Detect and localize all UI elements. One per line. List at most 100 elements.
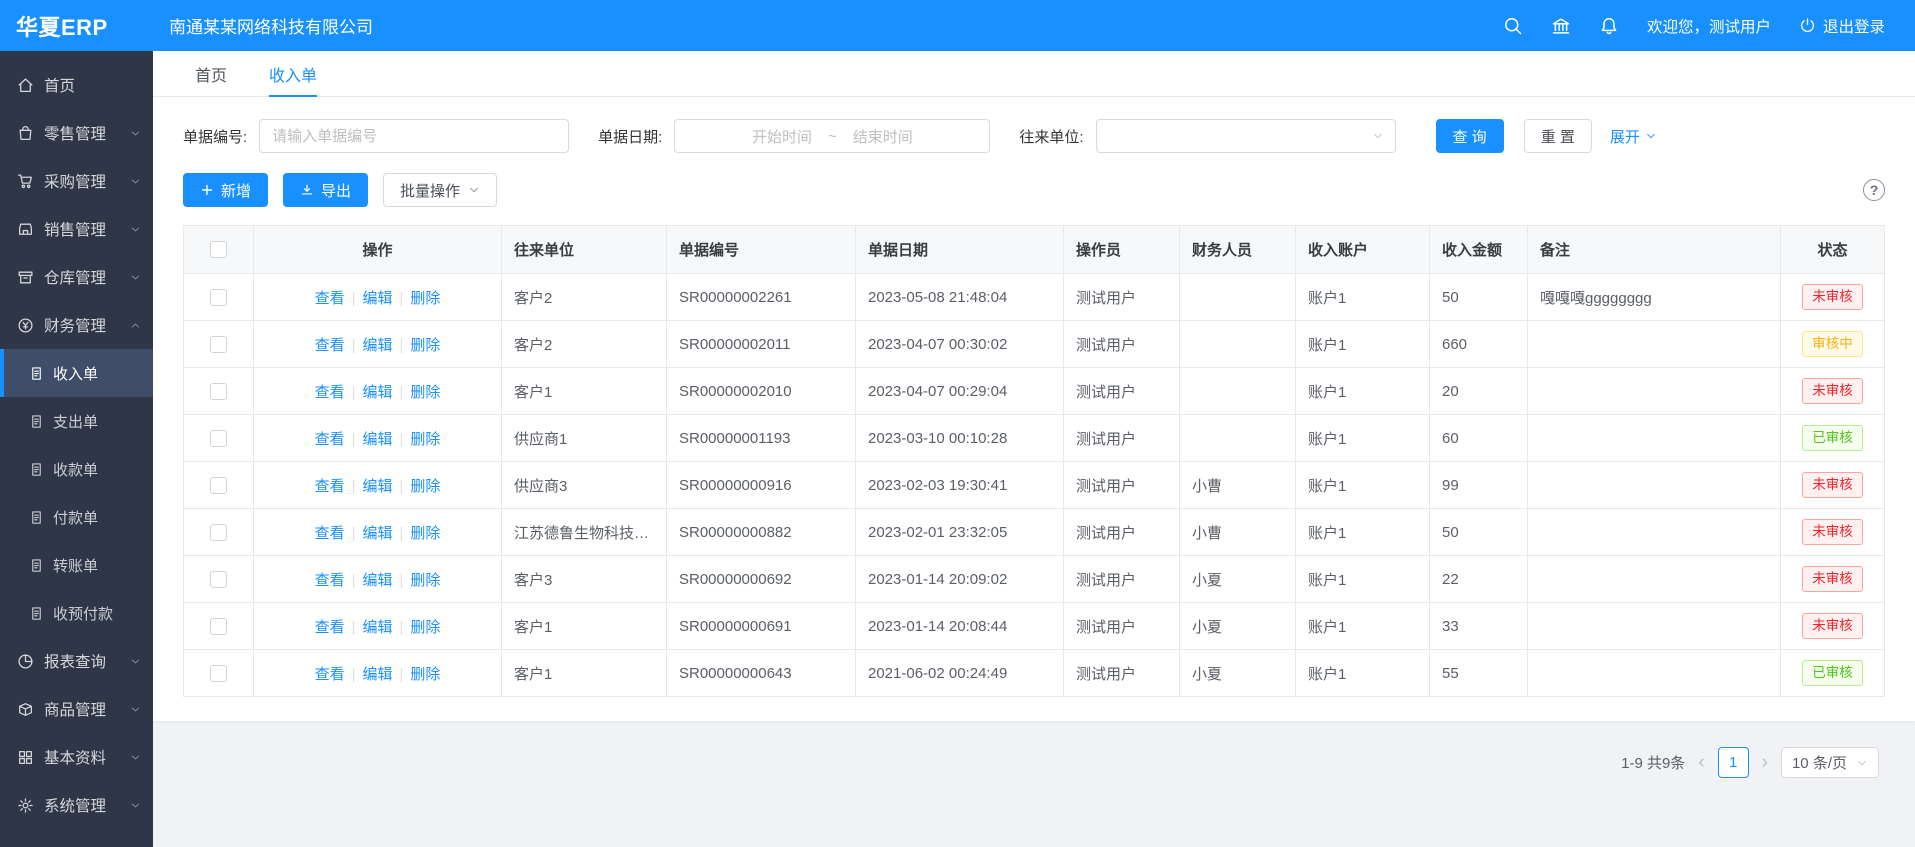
delete-link[interactable]: 删除 xyxy=(410,666,440,683)
sidebar-item-purchase[interactable]: 采购管理 xyxy=(0,157,153,205)
sidebar-subitem-receipt-bill[interactable]: 收款单 xyxy=(0,445,153,493)
row-checkbox[interactable] xyxy=(210,665,227,682)
sidebar-subitem-transfer-bill[interactable]: 转账单 xyxy=(0,541,153,589)
bill-date-cell: 2023-02-01 23:32:05 xyxy=(856,509,1064,556)
reset-button[interactable]: 重 置 xyxy=(1524,119,1592,153)
sidebar-item-report[interactable]: 报表查询 xyxy=(0,637,153,685)
sidebar-subitem-income-bill[interactable]: 收入单 xyxy=(0,349,153,397)
row-checkbox[interactable] xyxy=(210,383,227,400)
bill-number-input[interactable] xyxy=(259,119,569,153)
row-checkbox[interactable] xyxy=(210,289,227,306)
row-checkbox[interactable] xyxy=(210,336,227,353)
sidebar-item-home[interactable]: 首页 xyxy=(0,61,153,109)
date-range-input[interactable]: 开始时间 ~ 结束时间 xyxy=(674,119,990,153)
chevron-down-icon xyxy=(130,128,141,139)
sidebar-subitem-label: 转账单 xyxy=(53,555,98,576)
view-link[interactable]: 查看 xyxy=(315,290,345,307)
bell-icon[interactable] xyxy=(1599,16,1619,36)
partner-select[interactable] xyxy=(1096,119,1396,153)
sidebar-item-retail[interactable]: 零售管理 xyxy=(0,109,153,157)
current-page-button[interactable]: 1 xyxy=(1718,747,1749,778)
row-checkbox[interactable] xyxy=(210,477,227,494)
sidebar-item-warehouse[interactable]: 仓库管理 xyxy=(0,253,153,301)
delete-link[interactable]: 删除 xyxy=(410,290,440,307)
chevron-down-icon xyxy=(130,224,141,235)
sidebar-item-goods[interactable]: 商品管理 xyxy=(0,685,153,733)
sidebar-item-sales[interactable]: 销售管理 xyxy=(0,205,153,253)
sidebar-item-finance[interactable]: 财务管理 xyxy=(0,301,153,349)
column-header: 状态 xyxy=(1781,226,1885,274)
row-checkbox[interactable] xyxy=(210,430,227,447)
row-checkbox[interactable] xyxy=(210,618,227,635)
tabbar: 首页 收入单 xyxy=(153,51,1915,97)
delete-link[interactable]: 删除 xyxy=(410,525,440,542)
help-icon[interactable]: ? xyxy=(1863,179,1885,201)
bill-date-cell: 2023-05-08 21:48:04 xyxy=(856,274,1064,321)
column-header: 备注 xyxy=(1528,226,1781,274)
view-link[interactable]: 查看 xyxy=(315,337,345,354)
row-checkbox[interactable] xyxy=(210,571,227,588)
row-checkbox[interactable] xyxy=(210,524,227,541)
main-area: 首页 收入单 单据编号: 单据日期: 开始时间 ~ 结束时间 往来单位: 查 询… xyxy=(153,51,1915,847)
search-button[interactable]: 查 询 xyxy=(1436,119,1504,153)
bill-number-cell: SR00000000643 xyxy=(667,650,856,697)
amount-cell: 50 xyxy=(1430,274,1528,321)
sidebar-item-system[interactable]: 系统管理 xyxy=(0,781,153,829)
add-button[interactable]: 新增 xyxy=(183,173,268,207)
edit-link[interactable]: 编辑 xyxy=(362,384,392,401)
view-link[interactable]: 查看 xyxy=(315,666,345,683)
edit-link[interactable]: 编辑 xyxy=(362,525,392,542)
delete-link[interactable]: 删除 xyxy=(410,337,440,354)
edit-link[interactable]: 编辑 xyxy=(362,666,392,683)
delete-link[interactable]: 删除 xyxy=(410,619,440,636)
partner-cell: 客户2 xyxy=(502,274,667,321)
delete-link[interactable]: 删除 xyxy=(410,478,440,495)
export-button[interactable]: 导出 xyxy=(283,173,368,207)
table-row: 查看|编辑|删除客户2SR000000022612023-05-08 21:48… xyxy=(184,274,1885,321)
expand-link[interactable]: 展开 xyxy=(1610,126,1657,147)
status-badge: 已审核 xyxy=(1802,425,1863,451)
chevron-down-icon xyxy=(130,752,141,763)
view-link[interactable]: 查看 xyxy=(315,619,345,636)
finance-staff-cell: 小夏 xyxy=(1180,650,1296,697)
partner-cell: 供应商3 xyxy=(502,462,667,509)
account-cell: 账户1 xyxy=(1296,274,1430,321)
sidebar-subitem-expense-bill[interactable]: 支出单 xyxy=(0,397,153,445)
view-link[interactable]: 查看 xyxy=(315,431,345,448)
view-link[interactable]: 查看 xyxy=(315,525,345,542)
bill-number-cell: SR00000000692 xyxy=(667,556,856,603)
bill-number-cell: SR00000002010 xyxy=(667,368,856,415)
sidebar-subitem-payment-bill[interactable]: 付款单 xyxy=(0,493,153,541)
view-link[interactable]: 查看 xyxy=(315,572,345,589)
edit-link[interactable]: 编辑 xyxy=(362,478,392,495)
edit-link[interactable]: 编辑 xyxy=(362,337,392,354)
edit-link[interactable]: 编辑 xyxy=(362,619,392,636)
bill-date-cell: 2023-01-14 20:08:44 xyxy=(856,603,1064,650)
view-link[interactable]: 查看 xyxy=(315,478,345,495)
next-page-button[interactable]: › xyxy=(1760,753,1770,772)
batch-actions-button[interactable]: 批量操作 xyxy=(383,173,497,207)
view-link[interactable]: 查看 xyxy=(315,384,345,401)
edit-link[interactable]: 编辑 xyxy=(362,572,392,589)
logout-icon xyxy=(1799,17,1816,34)
prev-page-button[interactable]: ‹ xyxy=(1696,753,1706,772)
tab-income-bill[interactable]: 收入单 xyxy=(269,51,317,96)
edit-link[interactable]: 编辑 xyxy=(362,290,392,307)
finance-staff-cell xyxy=(1180,274,1296,321)
chevron-down-icon xyxy=(1856,757,1868,769)
home-icon xyxy=(17,77,34,94)
remark-cell xyxy=(1528,321,1781,368)
search-icon[interactable] xyxy=(1503,16,1523,36)
tab-home[interactable]: 首页 xyxy=(195,51,227,96)
delete-link[interactable]: 删除 xyxy=(410,384,440,401)
page-size-select[interactable]: 10 条/页 xyxy=(1781,747,1879,778)
sidebar-item-basic[interactable]: 基本资料 xyxy=(0,733,153,781)
delete-link[interactable]: 删除 xyxy=(410,572,440,589)
edit-link[interactable]: 编辑 xyxy=(362,431,392,448)
actions-cell: 查看|编辑|删除 xyxy=(254,556,502,603)
delete-link[interactable]: 删除 xyxy=(410,431,440,448)
bank-icon[interactable] xyxy=(1551,16,1571,36)
logout-button[interactable]: 退出登录 xyxy=(1799,15,1885,37)
sidebar-subitem-advance-bill[interactable]: 收预付款 xyxy=(0,589,153,637)
select-all-checkbox[interactable] xyxy=(210,241,227,258)
